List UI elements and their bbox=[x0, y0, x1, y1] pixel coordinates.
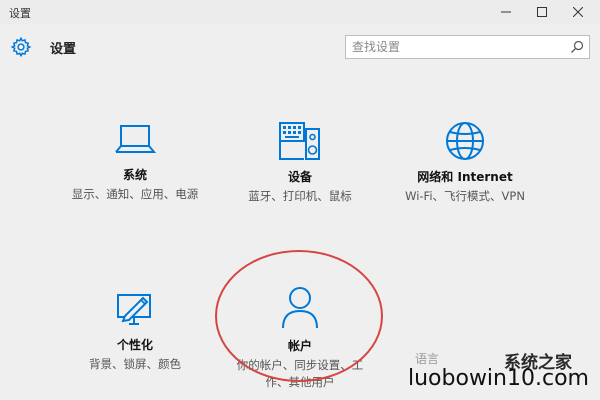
tile-system-label: 系统 bbox=[122, 168, 147, 182]
watermark-url: luobowin10.com bbox=[408, 366, 589, 391]
maximize-button[interactable] bbox=[526, 0, 558, 24]
minimize-icon bbox=[501, 11, 511, 13]
settings-header: 设置 bbox=[0, 30, 600, 64]
gear-icon bbox=[10, 36, 32, 58]
window-title: 设置 bbox=[9, 7, 31, 20]
devices-icon bbox=[279, 122, 320, 160]
tile-language-partial[interactable]: 语言 bbox=[415, 350, 439, 367]
tile-personalization-desc: 背景、锁屏、颜色 bbox=[89, 357, 181, 371]
search-icon[interactable] bbox=[570, 40, 584, 54]
maximize-icon bbox=[537, 7, 547, 17]
tile-devices[interactable]: 设备 蓝牙、打印机、鼠标 bbox=[225, 120, 375, 205]
highlight-circle bbox=[215, 250, 383, 382]
tile-devices-label: 设备 bbox=[287, 170, 312, 184]
close-button[interactable] bbox=[562, 0, 594, 24]
tile-devices-desc: 蓝牙、打印机、鼠标 bbox=[248, 189, 352, 203]
globe-icon bbox=[446, 122, 484, 160]
page-title: 设置 bbox=[50, 42, 77, 57]
tile-network-desc: Wi-Fi、飞行模式、VPN bbox=[405, 189, 525, 203]
title-bar: 设置 bbox=[0, 0, 600, 24]
tile-network-label: 网络和 Internet bbox=[417, 170, 513, 184]
laptop-icon bbox=[115, 125, 157, 153]
minimize-button[interactable] bbox=[490, 0, 522, 24]
search-box[interactable] bbox=[345, 35, 590, 59]
tile-personalization[interactable]: 个性化 背景、锁屏、颜色 bbox=[60, 290, 210, 373]
search-input[interactable] bbox=[346, 36, 562, 58]
tile-network[interactable]: 网络和 Internet Wi-Fi、飞行模式、VPN bbox=[390, 120, 540, 205]
tile-system-desc: 显示、通知、应用、电源 bbox=[71, 187, 199, 201]
close-icon bbox=[573, 7, 583, 17]
tile-system[interactable]: 系统 显示、通知、应用、电源 bbox=[60, 120, 210, 203]
personalization-icon bbox=[117, 294, 151, 325]
tile-personalization-label: 个性化 bbox=[116, 338, 153, 352]
